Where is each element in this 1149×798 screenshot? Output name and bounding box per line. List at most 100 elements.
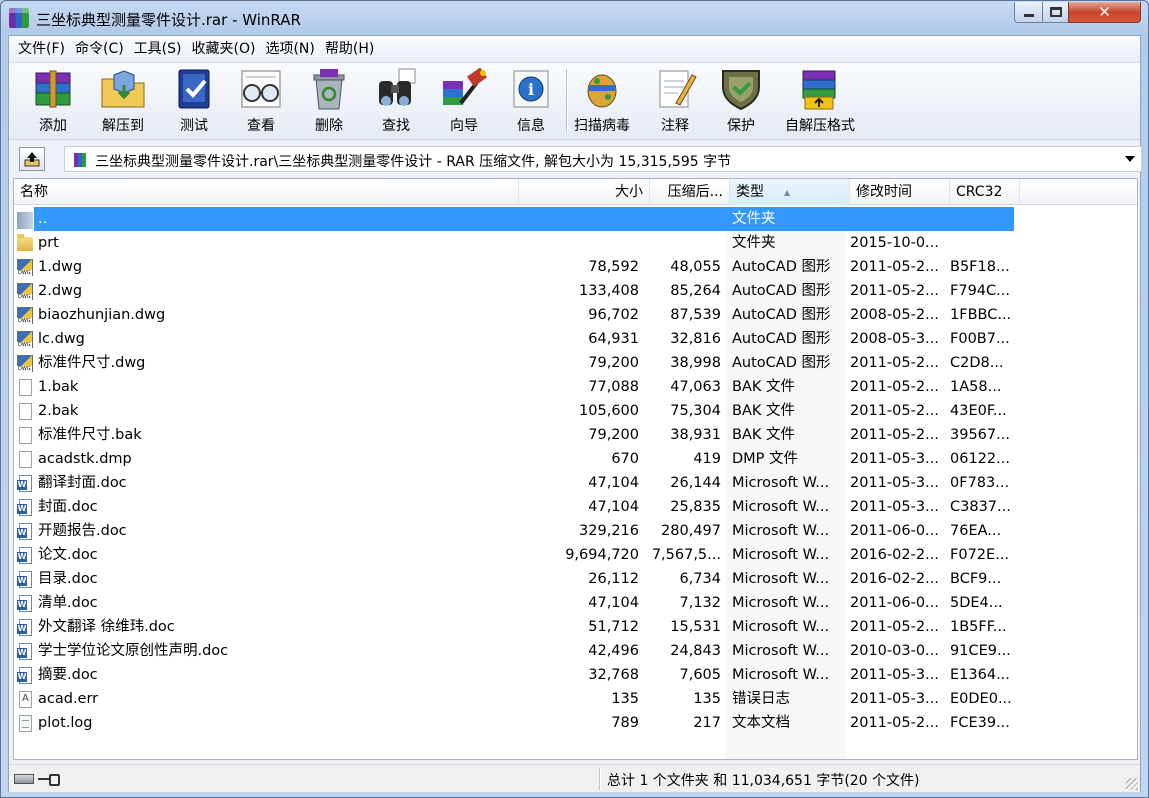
file-row[interactable]: 翻译封面.doc 47,104 26,144 Microsoft W... 2011-0… <box>14 471 1137 495</box>
file-packed-size: 6,734 <box>679 571 721 587</box>
menu-favorites[interactable]: 收藏夹(O) <box>187 36 261 62</box>
delete-button[interactable]: 删除 <box>298 67 360 137</box>
comment-button[interactable]: 注释 <box>644 67 706 137</box>
file-row[interactable]: 论文.doc 9,694,720 7,567,5... Microsoft W... 2… <box>14 543 1137 567</box>
file-packed-size: 87,539 <box>670 307 721 323</box>
extract-to-button[interactable]: 解压到 <box>92 67 154 137</box>
add-label: 添加 <box>39 118 67 134</box>
file-size: 79,200 <box>588 355 639 371</box>
find-button[interactable]: 查找 <box>365 67 427 137</box>
protect-shield-icon <box>716 67 766 111</box>
up-folder-button[interactable] <box>19 147 45 171</box>
file-modified: 2011-05-2... <box>850 619 939 635</box>
chevron-down-icon[interactable] <box>1125 156 1135 162</box>
minimize-button[interactable] <box>1014 2 1043 23</box>
file-row[interactable]: 外文翻译 徐维玮.doc 51,712 15,531 Microsoft W... 20… <box>14 615 1137 639</box>
file-name: 开题报告.doc <box>38 523 127 539</box>
column-header-name[interactable]: 名称 <box>14 179 519 205</box>
file-type: DMP 文件 <box>732 451 799 467</box>
menu-tools[interactable]: 工具(S) <box>129 36 187 62</box>
file-row[interactable]: 学士学位论文原创性声明.doc 42,496 24,843 Microsoft W..… <box>14 639 1137 663</box>
key-icon[interactable] <box>38 774 60 786</box>
file-row[interactable]: 标准件尺寸.bak 79,200 38,931 BAK 文件 2011-05-2... 3… <box>14 423 1137 447</box>
file-modified: 2011-05-2... <box>850 427 939 443</box>
file-size <box>514 207 639 231</box>
resize-grip-icon[interactable] <box>1126 778 1138 790</box>
column-header-modified[interactable]: 修改时间 <box>850 179 950 205</box>
column-header-type[interactable]: 类型 ▲ <box>730 179 850 205</box>
file-size: 329,216 <box>579 523 639 539</box>
file-type: Microsoft W... <box>732 667 830 683</box>
file-row[interactable]: plot.log 789 217 文本文档 2011-05-2... FCE39... <box>14 711 1137 735</box>
file-icon-cell <box>17 471 35 495</box>
scan-virus-button[interactable]: 扫描病毒 <box>569 67 635 137</box>
toolbar-separator <box>566 69 568 133</box>
status-text: 总计 1 个文件夹 和 11,034,651 字节(20 个文件) <box>607 773 920 789</box>
file-type: BAK 文件 <box>732 379 795 395</box>
column-header-size[interactable]: 大小 <box>519 179 650 205</box>
file-icon <box>19 403 32 420</box>
info-button[interactable]: i 信息 <box>500 67 562 137</box>
doc-icon <box>17 643 32 660</box>
file-icon-cell <box>17 399 35 423</box>
sfx-icon <box>795 67 845 111</box>
file-row[interactable]: prt 文件夹 2015-10-0... <box>14 231 1137 255</box>
file-row[interactable]: 1.dwg 78,592 48,055 AutoCAD 图形 2011-05-2... B… <box>14 255 1137 279</box>
menu-file[interactable]: 文件(F) <box>13 36 70 62</box>
file-name: 1.bak <box>38 379 79 395</box>
file-crc: E0DE0... <box>950 691 1012 707</box>
file-icon-cell <box>17 375 35 399</box>
file-row[interactable]: 封面.doc 47,104 25,835 Microsoft W... 2011-05-… <box>14 495 1137 519</box>
file-type: AutoCAD 图形 <box>732 307 831 323</box>
dwg-icon <box>17 331 33 348</box>
view-button[interactable]: 查看 <box>230 67 292 137</box>
file-row[interactable]: 清单.doc 47,104 7,132 Microsoft W... 2011-06-0… <box>14 591 1137 615</box>
menu-commands[interactable]: 命令(C) <box>70 36 129 62</box>
file-row[interactable]: .. 文件夹 <box>14 207 1137 231</box>
protect-button[interactable]: 保护 <box>710 67 772 137</box>
file-modified: 2008-05-3... <box>850 331 939 347</box>
file-packed-size: 7,567,5... <box>651 547 721 563</box>
file-row[interactable]: 2.dwg 133,408 85,264 AutoCAD 图形 2011-05-2...… <box>14 279 1137 303</box>
test-label: 测试 <box>180 118 208 134</box>
file-packed-size: 24,843 <box>670 643 721 659</box>
drive-icon[interactable] <box>14 774 34 784</box>
file-row[interactable]: lc.dwg 64,931 32,816 AutoCAD 图形 2008-05-3...… <box>14 327 1137 351</box>
menu-options[interactable]: 选项(N) <box>260 36 319 62</box>
add-button[interactable]: 添加 <box>22 67 84 137</box>
file-crc: B5F18... <box>950 259 1010 275</box>
file-size: 64,931 <box>588 331 639 347</box>
file-row[interactable]: biaozhunjian.dwg 96,702 87,539 AutoCAD 图形 20… <box>14 303 1137 327</box>
file-list[interactable]: 名称 大小 压缩后... 类型 ▲ 修改时间 CRC32 .. 文件夹 prt 文件夹… <box>13 178 1138 760</box>
dwg-icon <box>17 307 33 324</box>
column-header-crc[interactable]: CRC32 <box>950 179 1020 205</box>
wizard-button[interactable]: 向导 <box>433 67 495 137</box>
menu-help[interactable]: 帮助(H) <box>320 36 379 62</box>
sfx-label: 自解压格式 <box>785 118 855 134</box>
winrar-icon[interactable] <box>9 8 29 28</box>
dwg-icon <box>17 355 33 372</box>
file-row[interactable]: 2.bak 105,600 75,304 BAK 文件 2011-05-2... 43E0… <box>14 399 1137 423</box>
close-button[interactable]: ✕ <box>1068 2 1141 23</box>
path-combo[interactable]: 三坐标典型测量零件设计.rar\三坐标典型测量零件设计 - RAR 压缩文件, … <box>64 146 1142 172</box>
file-type: Microsoft W... <box>732 499 830 515</box>
file-row[interactable]: 目录.doc 26,112 6,734 Microsoft W... 2016-02-2… <box>14 567 1137 591</box>
dwg-icon <box>17 259 33 276</box>
up-folder-icon <box>17 212 33 229</box>
file-row[interactable]: 1.bak 77,088 47,063 BAK 文件 2011-05-2... 1A58.… <box>14 375 1137 399</box>
column-header-packed[interactable]: 压缩后... <box>650 179 730 205</box>
file-packed-size: 75,304 <box>670 403 721 419</box>
file-icon-cell <box>17 231 35 255</box>
title-bar[interactable]: 三坐标典型测量零件设计.rar - WinRAR ✕ <box>1 1 1148 35</box>
file-row[interactable]: 摘要.doc 32,768 7,605 Microsoft W... 2011-05-3… <box>14 663 1137 687</box>
file-crc: 5DE4... <box>950 595 1003 611</box>
path-text: 三坐标典型测量零件设计.rar\三坐标典型测量零件设计 - RAR 压缩文件, … <box>95 154 732 170</box>
file-row[interactable]: 开题报告.doc 329,216 280,497 Microsoft W... 2011… <box>14 519 1137 543</box>
sfx-button[interactable]: 自解压格式 <box>775 67 865 137</box>
file-row[interactable]: acad.err 135 135 错误日志 2011-05-3... E0DE0... <box>14 687 1137 711</box>
file-row[interactable]: 标准件尺寸.dwg 79,200 38,998 AutoCAD 图形 2011-05-2… <box>14 351 1137 375</box>
file-row[interactable]: acadstk.dmp 670 419 DMP 文件 2011-05-3... 06122… <box>14 447 1137 471</box>
test-button[interactable]: 测试 <box>163 67 225 137</box>
maximize-button[interactable] <box>1042 2 1069 23</box>
virus-scan-icon <box>577 67 627 111</box>
